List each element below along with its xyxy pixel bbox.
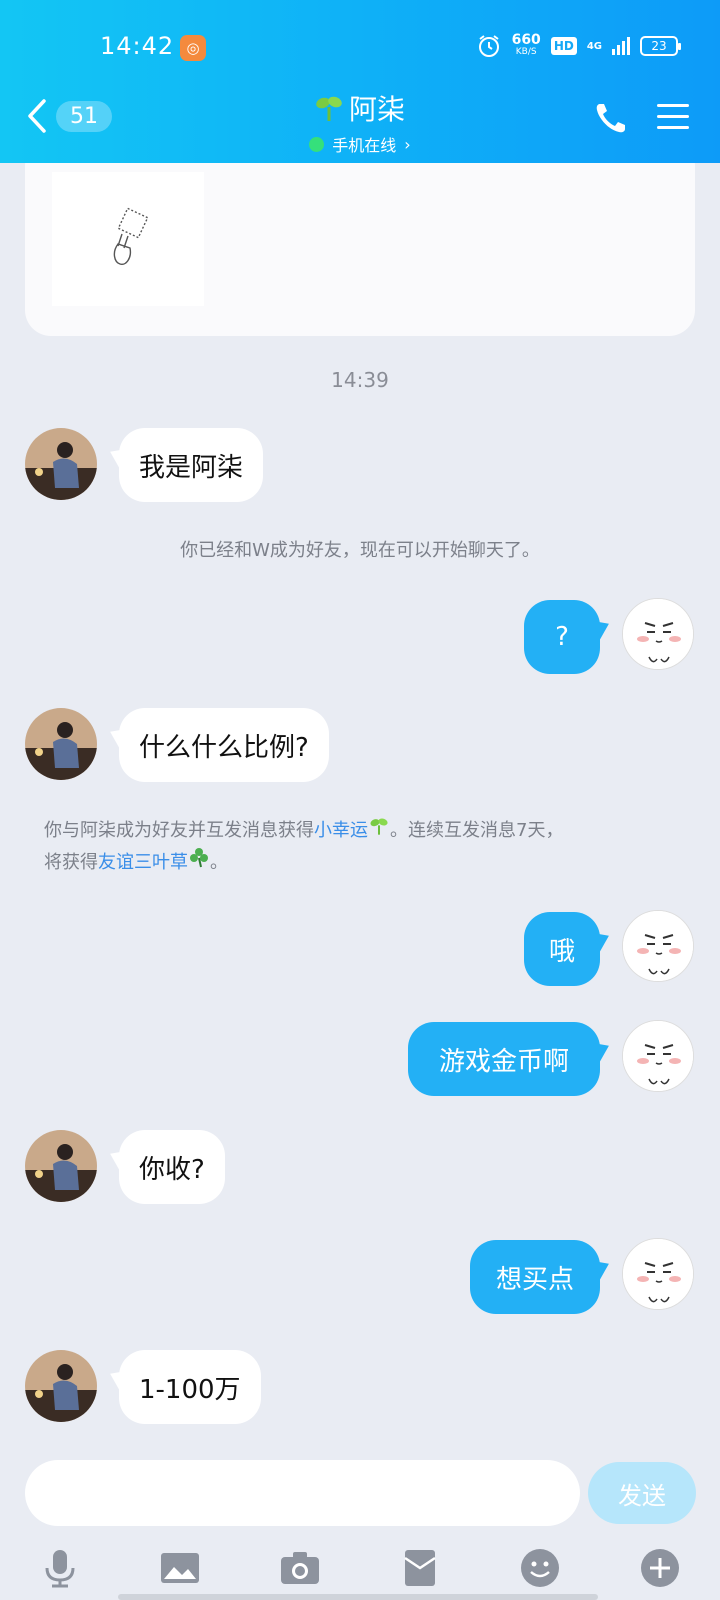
message-bubble-outgoing[interactable]: 想买点 — [470, 1240, 600, 1314]
message-bubble-incoming[interactable]: 你收? — [119, 1130, 225, 1204]
chat-header: 14:42 ◎ 660 KB/S HD 4G 23 51 阿柒 手机在线 › — [0, 0, 720, 163]
net-speed: 660 KB/S — [512, 33, 541, 58]
contact-avatar[interactable] — [25, 1350, 97, 1422]
input-toolbar — [0, 1540, 720, 1600]
meme-face-avatar — [623, 911, 693, 981]
plus-icon[interactable] — [638, 1546, 682, 1590]
emoji-icon[interactable] — [518, 1546, 562, 1590]
online-dot-icon — [309, 136, 325, 152]
status-bar: 14:42 ◎ 660 KB/S HD 4G 23 — [0, 0, 720, 95]
chevron-right-icon: › — [404, 134, 411, 154]
contact-avatar[interactable] — [25, 708, 97, 780]
battery-level: 23 — [651, 39, 667, 53]
contact-avatar[interactable] — [25, 1130, 97, 1202]
message-bubble-outgoing[interactable]: 哦 — [524, 912, 600, 986]
avatar-photo — [25, 1130, 97, 1202]
red-packet-icon[interactable] — [398, 1546, 442, 1590]
shared-image[interactable] — [52, 172, 204, 306]
sketch-image-icon — [113, 207, 149, 265]
luck-text-4: 。 — [210, 852, 228, 873]
avatar-photo — [25, 1350, 97, 1422]
shared-image-card[interactable] — [25, 140, 695, 336]
message-bubble-outgoing[interactable]: 游戏金币啊 — [408, 1022, 600, 1096]
message-bubble-incoming[interactable]: 1-100万 — [119, 1350, 261, 1424]
message-timestamp: 14:39 — [331, 368, 389, 392]
avatar-photo — [25, 708, 97, 780]
network-type: 4G — [586, 40, 602, 52]
my-avatar[interactable] — [622, 598, 694, 670]
message-bubble-incoming[interactable]: 什么什么比例? — [119, 708, 329, 782]
net-speed-unit: KB/S — [515, 47, 537, 57]
send-button[interactable]: 发送 — [588, 1462, 696, 1524]
hd-badge: HD — [550, 37, 577, 55]
status-icons: 660 KB/S HD 4G 23 — [476, 33, 681, 59]
online-status[interactable]: 手机在线 › — [309, 132, 411, 156]
status-time: 14:42 — [100, 32, 175, 60]
contact-avatar[interactable] — [25, 428, 97, 500]
sprout-icon — [370, 818, 388, 835]
luck-text-1: 你与阿柒成为好友并互发消息获得 — [44, 820, 314, 841]
message-input[interactable] — [25, 1460, 580, 1526]
my-avatar[interactable] — [622, 910, 694, 982]
message-bubble-incoming[interactable]: 我是阿柒 — [119, 428, 264, 502]
message-bubble-outgoing[interactable]: ? — [524, 600, 600, 674]
image-icon[interactable] — [158, 1546, 202, 1590]
battery-icon: 23 — [640, 36, 681, 56]
little-luck-link[interactable]: 小幸运 — [314, 820, 368, 841]
system-friend-notice: 你已经和W成为好友，现在可以开始聊天了。 — [180, 540, 540, 561]
signal-icon — [612, 37, 630, 55]
friendship-clover-link[interactable]: 友谊三叶草 — [98, 852, 188, 873]
online-status-text: 手机在线 — [332, 136, 397, 155]
phone-call-icon[interactable] — [594, 101, 628, 135]
sprout-icon — [316, 96, 342, 121]
avatar-photo — [25, 428, 97, 500]
home-indicator — [118, 1594, 598, 1600]
menu-icon[interactable] — [656, 102, 690, 132]
camera-icon[interactable] — [278, 1546, 322, 1590]
microphone-icon[interactable] — [38, 1546, 82, 1590]
meme-face-avatar — [623, 1239, 693, 1309]
meme-face-avatar — [623, 1021, 693, 1091]
meme-face-avatar — [623, 599, 693, 669]
my-avatar[interactable] — [622, 1020, 694, 1092]
chat-title: 阿柒 — [315, 88, 405, 128]
luck-text-2: 。连续互发消息7天， — [390, 820, 564, 841]
system-luck-notice: 你与阿柒成为好友并互发消息获得小幸运 。连续互发消息7天， 将获得友谊三叶草 。 — [44, 816, 684, 878]
my-avatar[interactable] — [622, 1238, 694, 1310]
contact-name: 阿柒 — [348, 93, 405, 126]
clover-icon — [190, 848, 208, 868]
app-notification-icon: ◎ — [180, 35, 206, 61]
input-row: 发送 — [0, 1460, 720, 1530]
luck-text-3: 将获得 — [44, 852, 98, 873]
alarm-icon — [478, 35, 499, 57]
